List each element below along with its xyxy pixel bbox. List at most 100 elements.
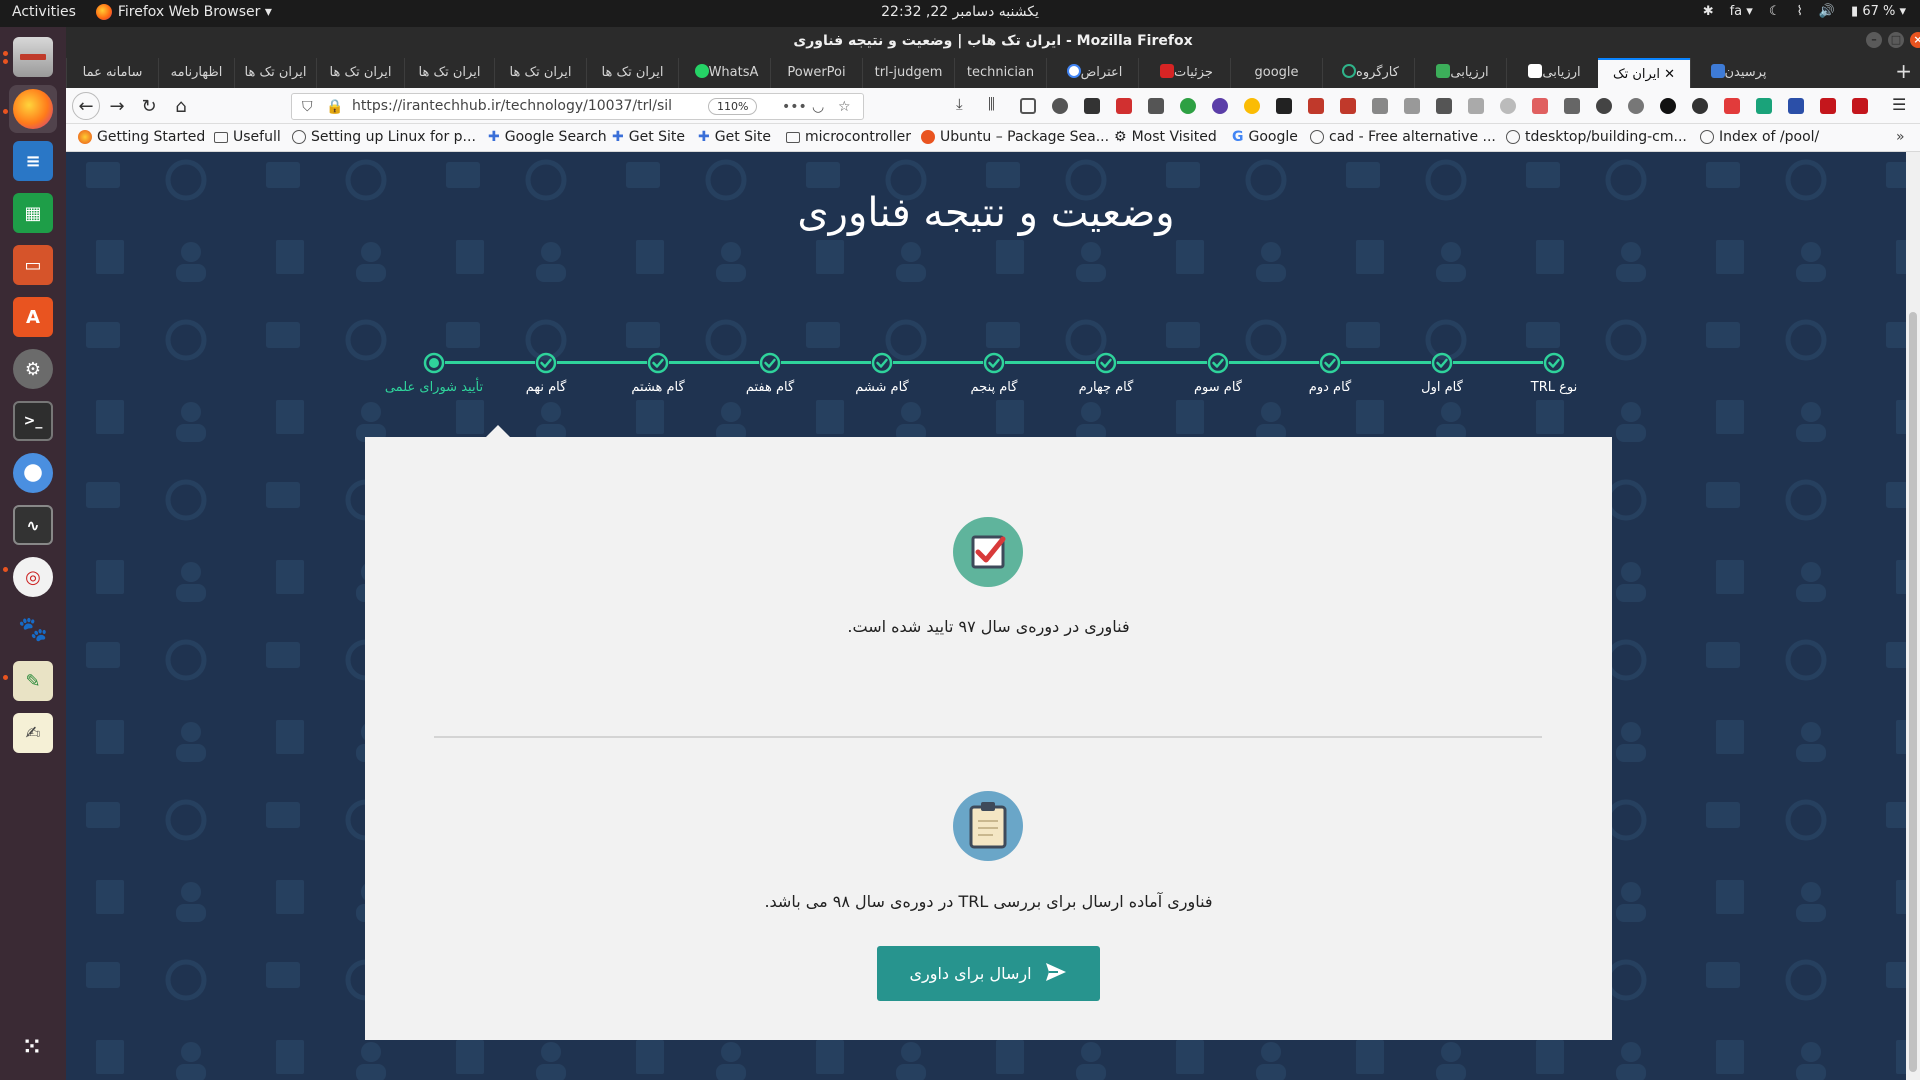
bookmark-star-icon[interactable]: ☆ [838,99,851,115]
back-button[interactable]: ← [72,92,100,120]
dock-firefox[interactable] [9,85,57,133]
submit-for-review-button[interactable]: ارسال برای داوری [877,946,1100,1001]
extension-icon[interactable] [1596,98,1612,114]
dock-text-editor[interactable]: ✍ [9,709,57,757]
page-scrollbar[interactable] [1906,152,1920,1080]
tab[interactable]: ارزیابی [1506,58,1598,88]
extension-icon[interactable] [1724,98,1740,114]
step-label[interactable]: نوع TRL [1494,380,1614,395]
forward-button[interactable]: → [104,94,130,118]
tab-active[interactable]: ایران تک ✕ [1598,58,1690,88]
extension-icon[interactable] [1244,98,1260,114]
bookmark-item[interactable]: tdesktop/building-cm... [1506,129,1687,145]
step-done-check-icon[interactable] [1207,352,1229,374]
extension-icon[interactable] [1148,98,1164,114]
extension-icon[interactable] [1084,98,1100,114]
tab[interactable]: پرسیدن [1690,58,1782,88]
dock-writer[interactable]: ≡ [9,137,57,185]
close-tab-icon[interactable]: ✕ [1664,67,1675,82]
tab[interactable]: ارزیابی [1414,58,1506,88]
bookmark-folder[interactable]: Usefull [214,129,281,145]
step-label[interactable]: گام هفتم [710,380,830,395]
step-done-check-icon[interactable] [871,352,893,374]
hamburger-menu-icon[interactable]: ☰ [1892,95,1908,114]
battery-indicator[interactable]: ▮ 67 % ▾ [1851,4,1906,19]
pocket-icon[interactable]: ◡ [812,99,824,115]
bookmark-folder[interactable]: microcontroller [786,129,911,145]
tab[interactable]: WhatsA [678,58,770,88]
extension-icon[interactable] [1276,98,1292,114]
zoom-indicator[interactable]: 110% [708,98,758,115]
step-done-check-icon[interactable] [1095,352,1117,374]
download-icon[interactable]: ⤓ [956,95,972,113]
lock-icon[interactable]: 🔒 [326,99,343,115]
extension-icon[interactable] [1660,98,1676,114]
dock-settings[interactable]: ⚙ [9,345,57,393]
account-icon[interactable] [1052,98,1068,114]
step-done-check-icon[interactable] [535,352,557,374]
tab[interactable]: technician [954,58,1046,88]
extension-icon[interactable] [1372,98,1388,114]
dock-calc[interactable]: ▦ [9,189,57,237]
extension-icon[interactable] [1788,98,1804,114]
close-window-button[interactable]: × [1910,32,1920,48]
dock-files[interactable] [9,33,57,81]
tab[interactable]: سامانه عما [66,58,158,88]
tab[interactable]: ایران تک ها [494,58,586,88]
dock-chromium[interactable] [9,449,57,497]
dock-software[interactable]: A [9,293,57,341]
tab[interactable]: trl-judgem [862,58,954,88]
step-done-check-icon[interactable] [1431,352,1453,374]
dock-impress[interactable]: ▭ [9,241,57,289]
step-label[interactable]: گام هشتم [598,380,718,395]
step-done-check-icon[interactable] [1319,352,1341,374]
extension-icon[interactable] [1404,98,1420,114]
tab[interactable]: اعتراض [1046,58,1138,88]
step-current-radio-icon[interactable] [423,352,445,374]
extension-icon[interactable] [1340,98,1356,114]
printer-icon[interactable] [1436,98,1452,114]
step-label[interactable]: گام پنجم [934,380,1054,395]
bookmark-item[interactable]: ✚ Get Site [612,129,685,145]
reload-button[interactable]: ↻ [136,94,162,118]
tab[interactable]: کارگروه [1322,58,1414,88]
volume-icon[interactable]: 🔊 [1819,4,1835,19]
extension-icon[interactable] [1212,98,1228,114]
extension-icon[interactable] [1756,98,1772,114]
bookmarks-overflow-button[interactable]: » [1896,129,1905,145]
step-done-check-icon[interactable] [983,352,1005,374]
keyboard-layout[interactable]: fa ▾ [1730,4,1753,19]
scrollbar-thumb[interactable] [1909,312,1917,1072]
tab[interactable]: جزئیات [1138,58,1230,88]
bluetooth-icon[interactable]: ✱ [1703,4,1714,19]
extension-icon[interactable] [1532,98,1548,114]
dock-pdf-reader[interactable]: ◎ [9,553,57,601]
url-text[interactable]: https://irantechhub.ir/technology/10037/… [352,98,672,114]
page-actions-icon[interactable]: ••• [782,99,807,115]
bookmark-item[interactable]: Setting up Linux for p... [292,129,476,145]
tab[interactable]: PowerPoi [770,58,862,88]
dock-system-monitor[interactable]: ∿ [9,501,57,549]
minimize-button[interactable]: – [1866,32,1882,48]
step-label[interactable]: گام نهم [486,380,606,395]
bookmark-item[interactable]: ✚ Get Site [698,129,771,145]
new-tab-button[interactable]: + [1895,60,1912,82]
extension-icon[interactable] [1692,98,1708,114]
show-apps-button[interactable]: ⁙ [9,1027,57,1067]
bookmark-item[interactable]: ✚ Google Search [488,129,607,145]
dock-drawing[interactable]: ✎ [9,657,57,705]
network-icon[interactable]: ⌇ [1796,4,1802,19]
tab[interactable]: ایران تک ها [586,58,678,88]
pdf-icon[interactable] [1820,98,1836,114]
shield-icon[interactable]: ⛉ [302,99,313,115]
extension-icon[interactable] [1500,98,1516,114]
dock-gimp[interactable]: 🐾 [9,605,57,653]
tab[interactable]: ایران تک ها [234,58,316,88]
pdf-icon[interactable] [1852,98,1868,114]
tab[interactable]: ایران تک ها [404,58,494,88]
library-icon[interactable]: ⫼ [988,95,1004,113]
tab[interactable]: google [1230,58,1322,88]
step-label[interactable]: گام اول [1382,380,1502,395]
extension-icon[interactable] [1116,98,1132,114]
extension-icon[interactable] [1468,98,1484,114]
